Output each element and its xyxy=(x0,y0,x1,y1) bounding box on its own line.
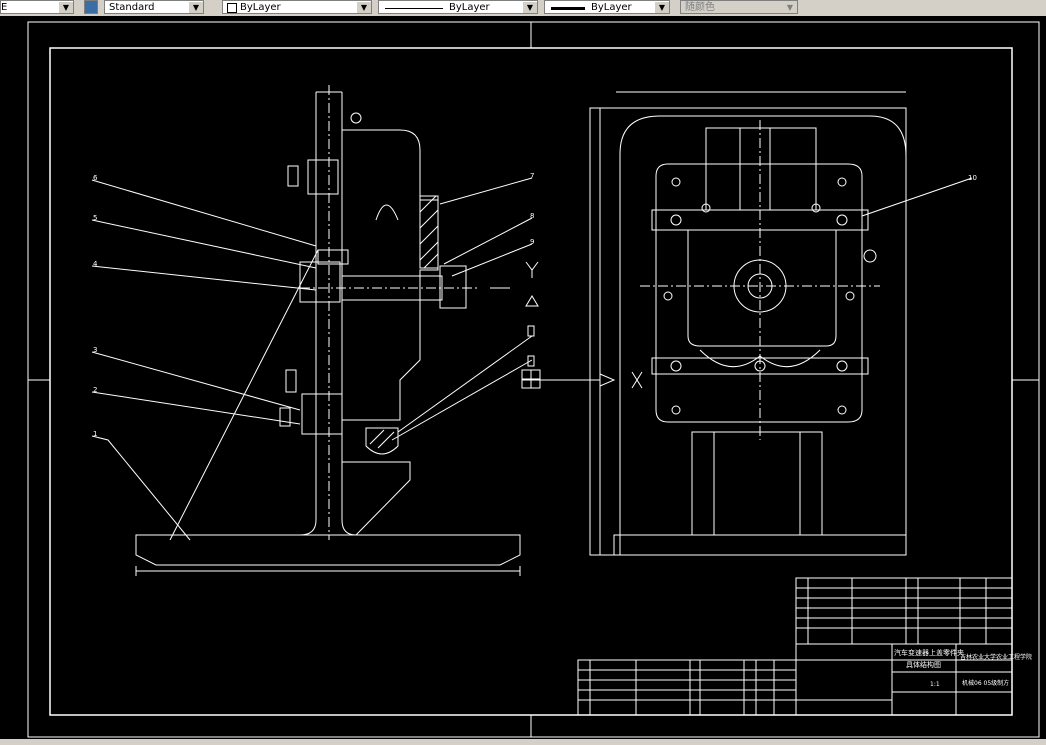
color-value: ByLayer xyxy=(240,2,281,13)
title-line-1: 汽车变速器上盖零件夹 xyxy=(894,649,964,657)
part-label-3: 3 xyxy=(93,346,98,354)
chevron-down-icon[interactable]: ▼ xyxy=(783,2,797,13)
lineweight-value: ByLayer xyxy=(591,2,632,13)
part-label-10: 10 xyxy=(968,174,977,182)
part-label-4: 4 xyxy=(93,260,98,268)
part-label-1: 1 xyxy=(93,430,98,438)
chevron-down-icon[interactable]: ▼ xyxy=(523,2,537,13)
color-swatch-icon xyxy=(227,3,237,13)
plot-style-dropdown[interactable]: 随颜色 ▼ xyxy=(680,0,798,14)
first-dropdown[interactable]: E ▼ xyxy=(0,0,74,14)
lineweight-sample-icon xyxy=(551,6,585,10)
chevron-down-icon[interactable]: ▼ xyxy=(189,2,203,13)
text-style-icon[interactable] xyxy=(84,0,98,14)
part-label-9: 9 xyxy=(530,238,535,246)
class-name: 机械06 05级制方 xyxy=(962,680,1010,687)
first-dropdown-value: E xyxy=(1,2,8,13)
school-name: 吉林农业大学农业工程学院 xyxy=(960,654,1033,661)
part-label-8: 8 xyxy=(530,212,535,220)
linetype-dropdown[interactable]: ByLayer ▼ xyxy=(378,0,538,14)
scale-value: 1:1 xyxy=(930,681,940,688)
chevron-down-icon[interactable]: ▼ xyxy=(655,2,669,13)
text-style-dropdown[interactable]: Standard ▼ xyxy=(104,0,204,14)
linetype-value: ByLayer xyxy=(449,2,490,13)
part-label-6: 6 xyxy=(93,174,98,182)
chevron-down-icon[interactable]: ▼ xyxy=(59,2,73,13)
drawing-canvas[interactable]: 6 5 4 3 2 1 7 8 9 10 汽车变速器上盖零件夹 具体结构图 吉林… xyxy=(0,16,1046,739)
properties-toolbar: E ▼ Standard ▼ ByLayer ▼ ByLayer ▼ ByLay… xyxy=(0,0,1046,17)
title-line-2: 具体结构图 xyxy=(906,661,941,669)
linetype-sample-icon xyxy=(385,7,443,9)
plot-style-value: 随颜色 xyxy=(685,2,715,13)
lineweight-dropdown[interactable]: ByLayer ▼ xyxy=(544,0,670,14)
part-label-5: 5 xyxy=(93,214,98,222)
part-label-2: 2 xyxy=(93,386,98,394)
color-dropdown[interactable]: ByLayer ▼ xyxy=(222,0,372,14)
part-label-7: 7 xyxy=(530,172,535,180)
chevron-down-icon[interactable]: ▼ xyxy=(357,2,371,13)
status-bar xyxy=(0,739,1046,745)
part-labels: 6 5 4 3 2 1 7 8 9 10 汽车变速器上盖零件夹 具体结构图 吉林… xyxy=(0,16,1046,739)
text-style-value: Standard xyxy=(109,2,155,13)
